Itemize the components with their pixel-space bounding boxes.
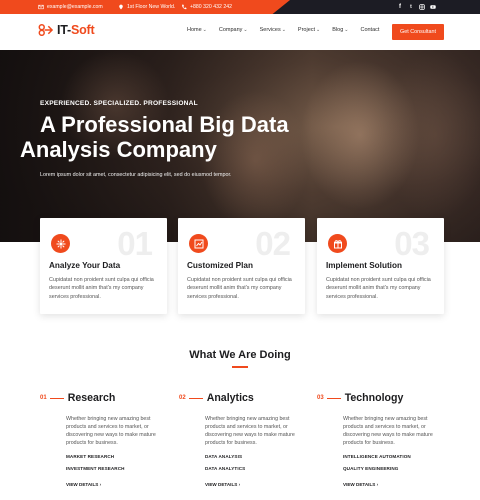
nav-item-company[interactable]: Company ⌄	[219, 27, 248, 33]
twitter-icon[interactable]: t	[408, 3, 414, 11]
card-description: Cupidatat non proident sunt culpa qui of…	[49, 277, 154, 300]
service-tag[interactable]: INTELLIGENCE AUTOMATION	[343, 454, 411, 459]
service-tag[interactable]: DATA ANALYTICS	[205, 466, 245, 471]
card-number: 02	[255, 225, 291, 262]
hero-banner: EXPERIENCED. SPECIALIZED. PROFESSIONAL A…	[0, 50, 480, 242]
social-links: f t	[397, 3, 436, 11]
service-heading: 01 Research	[40, 392, 115, 404]
hero-title: A Professional Big Data Analysis Company	[20, 112, 320, 162]
nav-label: Blog	[332, 27, 344, 33]
chevron-down-icon: ⌄	[243, 27, 248, 33]
service-number-line	[188, 397, 203, 399]
logo-icon	[38, 24, 53, 36]
nav-label: Services	[259, 27, 281, 33]
card-number: 03	[394, 225, 430, 262]
target-icon	[51, 234, 70, 253]
logo-text-accent: Soft	[70, 23, 95, 37]
contact-phone[interactable]: +880 320 432 242	[181, 3, 232, 11]
service-number-line	[49, 397, 64, 399]
address-text: 1st Floor New World.	[127, 4, 176, 10]
contact-address: 1st Floor New World.	[118, 3, 175, 11]
phone-icon	[182, 4, 187, 10]
view-details-link[interactable]: VIEW DETAILS ›	[343, 482, 378, 487]
service-tag[interactable]: INVESTMENT RESEARCH	[66, 466, 125, 471]
feature-card[interactable]: 01 Analyze Your Data Cupidatat non proid…	[40, 218, 167, 314]
nav-label: Project	[297, 27, 316, 33]
get-consultant-button[interactable]: Get Consultant	[392, 24, 444, 40]
section-title: What We Are Doing	[189, 349, 291, 361]
top-bar: example@example.com 1st Floor New World.…	[0, 0, 480, 14]
hero-title-line: A Professional Big Data	[40, 112, 289, 137]
nav-item-services[interactable]: Services ⌄	[260, 27, 286, 33]
nav-item-blog[interactable]: Blog ⌄	[332, 27, 348, 33]
chevron-down-icon: ⌄	[344, 27, 349, 33]
card-title: Implement Solution	[326, 261, 402, 270]
facebook-icon[interactable]: f	[397, 3, 403, 11]
instagram-icon[interactable]	[419, 3, 425, 11]
view-details-link[interactable]: VIEW DETAILS ›	[205, 482, 240, 487]
service-number: 03	[317, 395, 324, 401]
logo-text-main: IT-	[57, 23, 71, 37]
hero-subtitle: Lorem ipsum dolor sit amet, consectetur …	[40, 172, 232, 178]
card-number: 01	[117, 225, 153, 262]
nav-label: Company	[218, 27, 243, 33]
nav-label: Home	[187, 27, 202, 33]
feature-card[interactable]: 03 Implement Solution Cupidatat non proi…	[317, 218, 444, 314]
service-heading: 03 Technology	[317, 392, 403, 404]
feature-card[interactable]: 02 Customized Plan Cupidatat non proiden…	[178, 218, 305, 314]
phone-text: +880 320 432 242	[190, 4, 232, 10]
site-header: IT-Soft Home ⌄ Company ⌄ Services ⌄ Project…	[0, 14, 480, 50]
service-description: Whether bringing new amazing best produc…	[343, 416, 433, 447]
service-title[interactable]: Technology	[345, 392, 404, 404]
card-description: Cupidatat non proident sunt culpa qui of…	[326, 277, 431, 300]
site-logo[interactable]: IT-Soft	[38, 23, 95, 37]
contact-email[interactable]: example@example.com	[38, 3, 103, 11]
chevron-down-icon: ⌄	[316, 27, 321, 33]
hero-photo-figure	[380, 50, 480, 220]
service-title[interactable]: Research	[68, 392, 116, 404]
email-text: example@example.com	[47, 4, 103, 10]
service-tag[interactable]: QUALITY ENGINEERING	[343, 466, 398, 471]
gift-icon	[328, 234, 347, 253]
service-description: Whether bringing new amazing best produc…	[66, 416, 156, 447]
hero-eyebrow: EXPERIENCED. SPECIALIZED. PROFESSIONAL	[40, 100, 198, 107]
feature-cards: 01 Analyze Your Data Cupidatat non proid…	[40, 218, 444, 314]
service-description: Whether bringing new amazing best produc…	[205, 416, 295, 447]
section-title-underline	[232, 366, 248, 368]
chevron-down-icon: ⌄	[281, 27, 286, 33]
card-title: Analyze Your Data	[49, 261, 121, 270]
main-nav: Home ⌄ Company ⌄ Services ⌄ Project ⌄ Blog ⌄ …	[187, 27, 379, 33]
service-number: 02	[179, 395, 186, 401]
service-title[interactable]: Analytics	[207, 392, 254, 404]
nav-label: Contact	[360, 27, 380, 33]
chevron-down-icon: ⌄	[202, 27, 207, 33]
hero-title-line: Analysis Company	[20, 137, 217, 162]
location-pin-icon	[119, 4, 123, 10]
view-details-link[interactable]: VIEW DETAILS ›	[66, 482, 101, 487]
card-description: Cupidatat non proident sunt culpa qui of…	[187, 277, 292, 300]
service-tag[interactable]: DATA ANALYSIS	[205, 454, 242, 459]
nav-item-project[interactable]: Project ⌄	[298, 27, 320, 33]
service-tag[interactable]: MARKET RESEARCH	[66, 454, 114, 459]
mail-icon	[38, 4, 44, 10]
card-title: Customized Plan	[187, 261, 253, 270]
service-number-line	[326, 397, 341, 399]
nav-item-home[interactable]: Home ⌄	[187, 27, 207, 33]
chart-icon	[189, 234, 208, 253]
service-number: 01	[40, 395, 47, 401]
nav-item-contact[interactable]: Contact	[360, 27, 379, 33]
service-heading: 02 Analytics	[179, 392, 254, 404]
youtube-icon[interactable]	[430, 3, 436, 11]
logo-text: IT-Soft	[57, 23, 95, 37]
